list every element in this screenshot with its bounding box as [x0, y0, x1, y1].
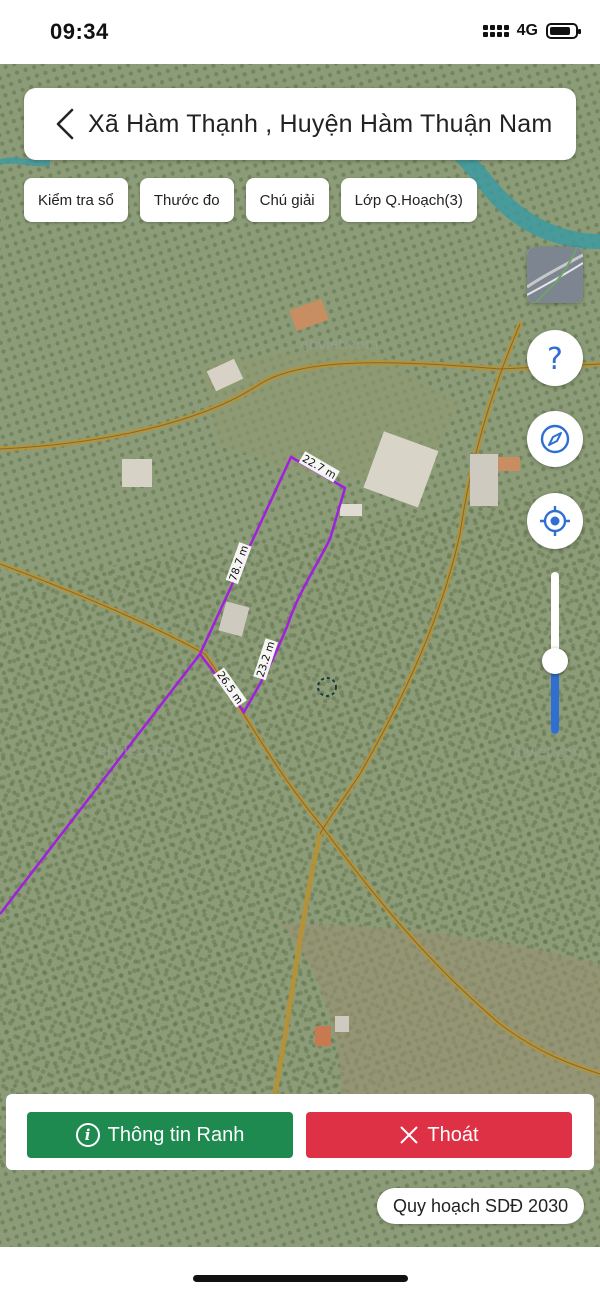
watermark: qhviet.com: [98, 743, 176, 759]
watermark: qhviet.com: [508, 745, 586, 761]
battery-icon: [546, 23, 581, 39]
compass-button[interactable]: [527, 411, 583, 467]
exit-label: Thoát: [427, 1123, 479, 1146]
boundary-info-button[interactable]: i Thông tin Ranh: [27, 1112, 293, 1158]
status-time: 09:34: [50, 19, 109, 44]
status-indicators: 4G: [482, 22, 581, 40]
watermark: qhviet.com: [300, 337, 378, 353]
action-panel: i Thông tin Ranh Thoát: [6, 1094, 594, 1170]
compass-icon: [540, 424, 570, 454]
signal-icon: [482, 25, 509, 37]
network-type: 4G: [516, 22, 538, 39]
check-book-button[interactable]: Kiểm tra sổ: [24, 178, 128, 222]
plan-badge[interactable]: Quy hoạch SDĐ 2030: [377, 1188, 585, 1224]
map-view[interactable]: qhviet.com qhviet.com qhviet.com 22.7 m …: [0, 64, 600, 1247]
status-bar: 09:34 4G: [0, 0, 600, 64]
info-icon: i: [75, 1123, 100, 1147]
home-area: [0, 1247, 600, 1297]
locate-icon: [540, 506, 570, 536]
zoom-slider-handle[interactable]: [542, 648, 568, 675]
question-icon: ?: [547, 343, 563, 373]
legend-button[interactable]: Chú giải: [245, 178, 329, 222]
ruler-button[interactable]: Thước đo: [139, 178, 234, 222]
location-header: Xã Hàm Thạnh , Huyện Hàm Thuận Nam: [24, 88, 576, 160]
svg-text:?: ?: [547, 343, 563, 373]
locate-button[interactable]: [527, 493, 583, 549]
back-icon[interactable]: [42, 88, 88, 160]
satellite-map[interactable]: qhviet.com qhviet.com qhviet.com 22.7 m …: [0, 64, 600, 1247]
layer-thumbnail-icon: [527, 247, 583, 303]
location-title: Xã Hàm Thạnh , Huyện Hàm Thuận Nam: [88, 109, 553, 138]
boundary-info-label: Thông tin Ranh: [107, 1123, 245, 1146]
map-layer-toggle[interactable]: [527, 247, 583, 303]
planning-layers-button[interactable]: Lớp Q.Hoạch(3): [340, 178, 477, 222]
close-icon: [400, 1126, 419, 1144]
help-button[interactable]: ?: [527, 330, 583, 386]
toolbar-chips: Kiểm tra sổ Thước đo Chú giải Lớp Q.Hoạc…: [24, 178, 477, 222]
exit-button[interactable]: Thoát: [306, 1112, 572, 1158]
home-indicator[interactable]: [193, 1275, 408, 1282]
